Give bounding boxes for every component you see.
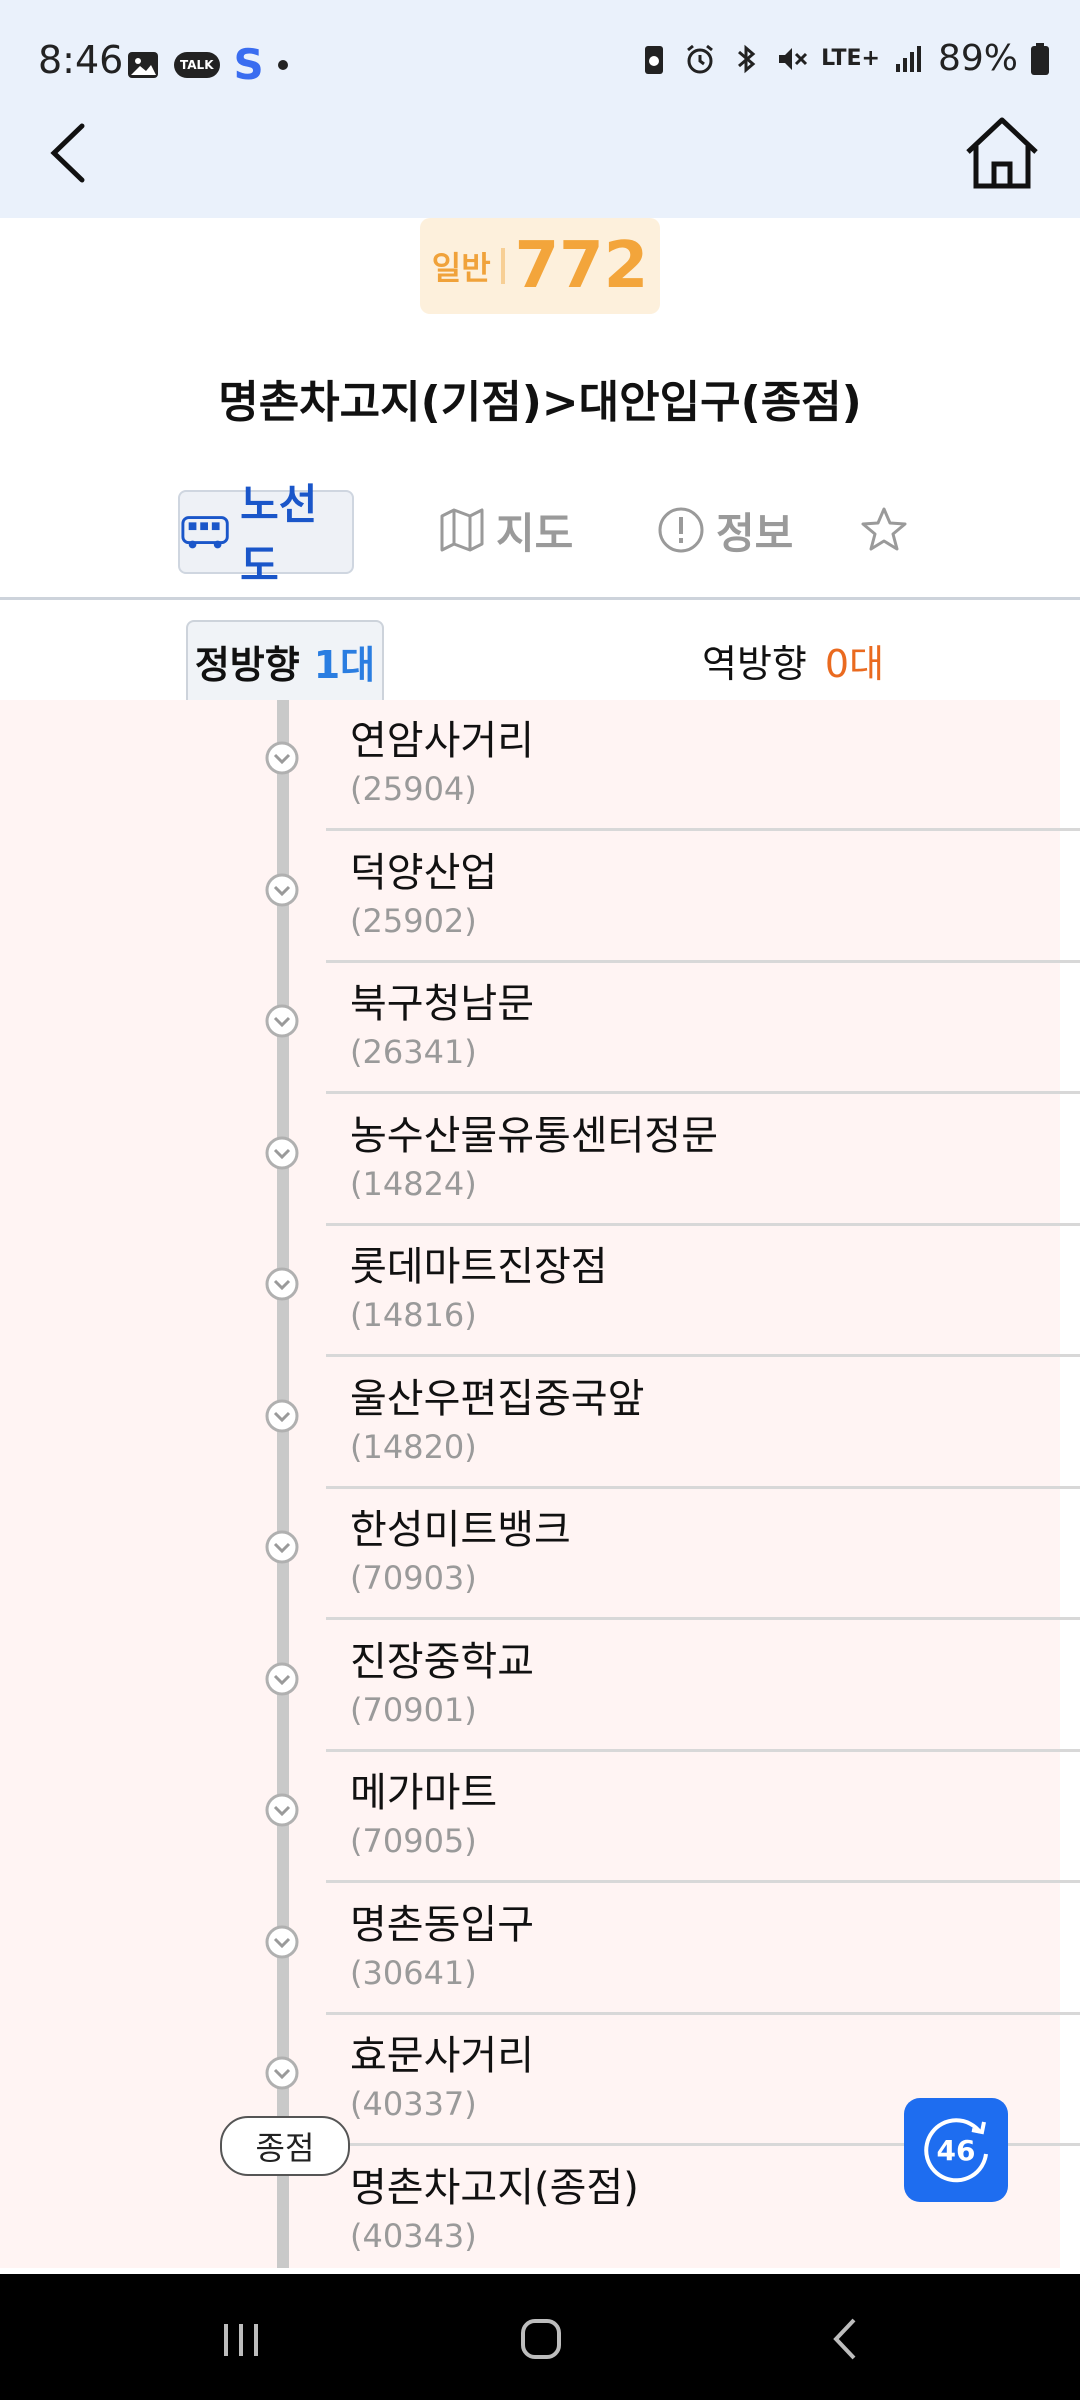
stop-name: 북구청남문: [350, 981, 534, 1027]
direction-forward-count: 1대: [313, 642, 376, 687]
battery-icon: [1031, 42, 1049, 75]
direction-forward-tab[interactable]: 정방향 1대: [186, 620, 384, 700]
tab-map[interactable]: 지도: [438, 490, 573, 570]
terminal-badge: 종점: [220, 2116, 350, 2176]
stop-code: (14816): [350, 1296, 477, 1334]
stop-item[interactable]: 진장중학교 (70901): [0, 1621, 1080, 1752]
stop-item[interactable]: 연암사거리 (25904): [0, 700, 1080, 831]
status-time: 8:46: [38, 38, 124, 82]
stop-item[interactable]: 농수산물유통센터정문 (14824): [0, 1095, 1080, 1226]
map-icon: [440, 508, 484, 552]
chevron-down-icon: [265, 873, 299, 906]
stop-code: (30641): [350, 1953, 477, 1992]
header: 8:46 TALK S LTE+ 89%: [0, 0, 1080, 218]
stop-code: (40337): [350, 2085, 477, 2123]
stop-item[interactable]: 북구청남문 (26341): [0, 963, 1080, 1094]
tab-info[interactable]: 정보: [656, 490, 793, 570]
direction-reverse-tab[interactable]: 역방향 0대: [702, 630, 884, 690]
chevron-down-icon: [265, 1136, 299, 1169]
chevron-down-icon: [265, 2056, 299, 2090]
stop-item[interactable]: 메가마트 (70905): [0, 1752, 1080, 1883]
system-icons: LTE+ 89%: [637, 38, 1050, 79]
route-badge-divider: [500, 248, 505, 284]
refresh-countdown: 46: [936, 2133, 976, 2167]
route-number: 772: [514, 229, 649, 303]
chevron-down-icon: [265, 1662, 299, 1695]
gallery-icon: [128, 51, 158, 78]
stop-name: 메가마트: [350, 1770, 498, 1816]
route-badge: 일반 772: [420, 218, 660, 314]
direction-forward-label: 정방향: [194, 642, 300, 687]
chevron-down-icon: [265, 1530, 299, 1564]
chevron-down-icon: [265, 741, 299, 775]
bluetooth-icon: [738, 44, 756, 73]
mute-icon: [779, 47, 808, 70]
stop-code: (70903): [350, 1559, 477, 1597]
stop-name: 덕양산업: [350, 849, 498, 896]
route-title: 명촌차고지(기점)>대안입구(종점): [218, 377, 862, 428]
signal-icon: [895, 45, 921, 72]
refresh-button[interactable]: 46: [904, 2098, 1008, 2202]
stop-item[interactable]: 덕양산업 (25902): [0, 832, 1080, 963]
tab-map-label: 지도: [496, 508, 574, 558]
system-nav-bar: [0, 2274, 1080, 2400]
stop-name: 명촌동입구: [350, 1901, 534, 1948]
stop-name: 연암사거리: [350, 718, 534, 764]
stop-name: 롯데마트진장점: [350, 1244, 608, 1290]
stop-item[interactable]: 울산우편집중국앞 (14820): [0, 1358, 1080, 1489]
kakaotalk-icon: TALK: [174, 51, 220, 78]
stop-code: (70901): [350, 1690, 477, 1729]
favorite-button[interactable]: [858, 490, 910, 570]
star-icon: [861, 507, 907, 551]
stop-list: 연암사거리 (25904) 덕양산업 (25902) 북구청남문 (26341) 농수산물유…: [0, 700, 1080, 2278]
chevron-down-icon: [265, 1399, 299, 1432]
stop-code: (14824): [350, 1164, 477, 1203]
home-nav-icon[interactable]: [516, 2314, 566, 2364]
s-app-icon: S: [233, 40, 264, 89]
stop-name: 진장중학교: [350, 1638, 534, 1685]
tab-route-map-label: 노선도: [240, 480, 318, 590]
network-label: LTE+: [821, 46, 880, 71]
home-button[interactable]: [960, 112, 1044, 192]
stop-code: (25904): [350, 770, 477, 808]
chevron-down-icon: [265, 1793, 299, 1827]
info-icon: [658, 507, 704, 553]
chevron-down-icon: [265, 1267, 299, 1301]
route-type-label: 일반: [431, 249, 491, 287]
stop-code: (14820): [350, 1427, 477, 1466]
recent-apps-icon[interactable]: [216, 2314, 266, 2364]
chevron-down-icon: [265, 1925, 299, 1958]
battery-saver-icon: [645, 45, 664, 74]
stop-item[interactable]: 롯데마트진장점 (14816): [0, 1226, 1080, 1357]
tab-route-map[interactable]: 노선도: [178, 480, 354, 590]
stop-name: 한성미트뱅크: [350, 1507, 571, 1553]
battery-percent: 89%: [937, 38, 1018, 79]
back-button[interactable]: [40, 118, 100, 188]
direction-selector: 정방향 1대 역방향 0대: [0, 620, 1080, 700]
stop-item[interactable]: 한성미트뱅크 (70903): [0, 1489, 1080, 1620]
stop-name: 울산우편집중국앞: [350, 1375, 645, 1422]
stop-code: (70905): [350, 1822, 477, 1860]
direction-reverse-label: 역방향: [702, 641, 807, 686]
stop-code: (40343): [350, 2216, 477, 2255]
direction-reverse-count: 0대: [824, 641, 885, 686]
stop-name: 효문사거리: [350, 2033, 534, 2079]
stop-code: (25902): [350, 901, 477, 940]
chevron-down-icon: [265, 1004, 299, 1038]
stop-name: 명촌차고지(종점): [350, 2164, 639, 2211]
status-bar: 8:46 TALK S LTE+ 89%: [0, 0, 1080, 120]
tab-info-label: 정보: [716, 508, 794, 558]
tabs-divider: [0, 597, 1080, 600]
notification-icons: TALK S: [126, 40, 288, 89]
stop-code: (26341): [350, 1033, 477, 1071]
bus-icon: [181, 516, 229, 549]
view-tabs: 노선도 지도 정보: [0, 480, 1080, 600]
stop-name: 농수산물유통센터정문: [350, 1112, 718, 1159]
more-notifications-icon: [277, 59, 288, 70]
alarm-icon: [687, 44, 714, 73]
stop-item[interactable]: 명촌동입구 (30641): [0, 1884, 1080, 2015]
back-nav-icon[interactable]: [822, 2314, 872, 2364]
app-root: 8:46 TALK S LTE+ 89% 일반 772 명촌차고지(기점)>대안…: [0, 0, 1080, 2400]
